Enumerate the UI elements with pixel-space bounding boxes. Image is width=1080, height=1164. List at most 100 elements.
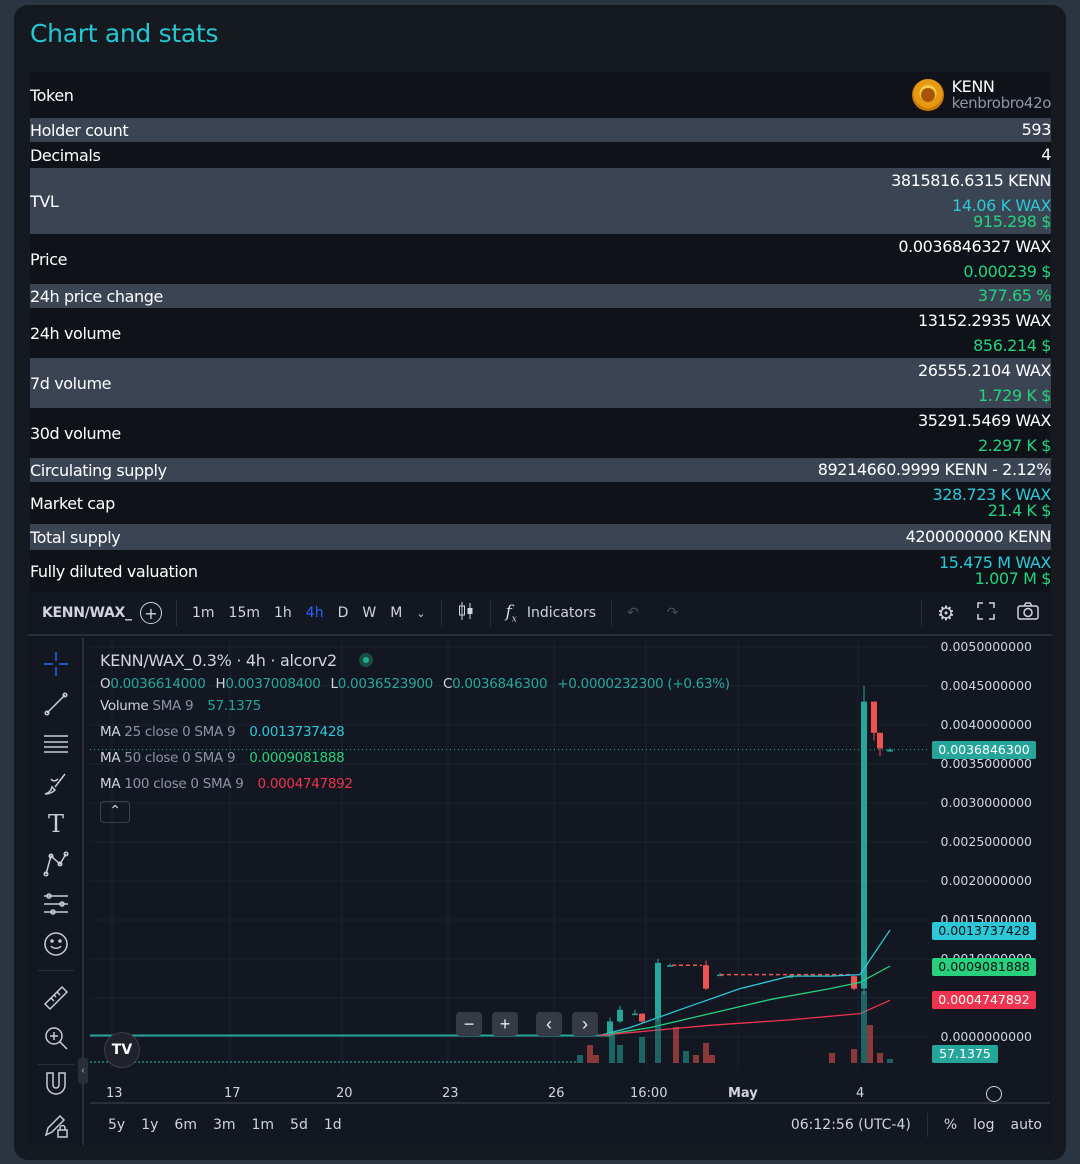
volume-bar: [458, 1061, 460, 1063]
text-tool-icon[interactable]: T: [42, 810, 70, 838]
interval-4h[interactable]: 4h: [299, 605, 331, 621]
volume-bar: [222, 1061, 224, 1063]
volume-bar: [146, 1061, 148, 1063]
volume-bar: [378, 1061, 380, 1063]
camera-icon[interactable]: [1010, 602, 1046, 624]
collapse-legend-icon[interactable]: ⌃: [100, 801, 130, 823]
volume-bar: [390, 1061, 392, 1063]
tradingview-widget: KENN/WAX_ + 1m 15m 1h 4h D W M ⌄ fx Indi…: [28, 592, 1052, 1145]
volume-bar: [887, 1059, 893, 1063]
stat-row-fdv: Fully diluted valuation 15.475 M WAX 1.0…: [30, 550, 1051, 592]
token-info[interactable]: KENN kenbrobro42o: [911, 78, 1051, 112]
interval-d[interactable]: D: [331, 605, 356, 621]
volume-bar: [522, 1061, 524, 1063]
volume-bar: [206, 1061, 208, 1063]
volume-bar: [829, 1053, 835, 1063]
range-1d[interactable]: 1d: [316, 1117, 350, 1133]
stat-label: Token: [30, 85, 74, 105]
volume-bar: [334, 1061, 336, 1063]
scroll-right-button[interactable]: ›: [572, 1012, 598, 1036]
indicators-button[interactable]: fx Indicators: [499, 602, 604, 624]
ruler-icon[interactable]: [42, 984, 70, 1012]
undo-icon[interactable]: ↶: [620, 605, 646, 621]
volume-bar: [170, 1061, 172, 1063]
range-1m[interactable]: 1m: [244, 1117, 283, 1133]
legend-ma50[interactable]: MA 50 close 0 SMA 9 0.0009081888: [100, 745, 730, 771]
volume-bar: [518, 1061, 520, 1063]
volume-bar: [162, 1061, 164, 1063]
brush-icon[interactable]: [42, 770, 70, 798]
range-1y[interactable]: 1y: [133, 1117, 166, 1133]
stat-value: 4200000000 KENN: [905, 527, 1052, 546]
volume-bar: [230, 1061, 232, 1063]
ma100-price-tag: 0.0004747892: [932, 991, 1036, 1009]
fullscreen-icon[interactable]: [970, 602, 1002, 624]
log-scale-toggle[interactable]: log: [965, 1117, 1002, 1133]
time-tick: 16:00: [630, 1086, 668, 1101]
volume-bar: [270, 1061, 272, 1063]
indicator-name: MA: [100, 724, 121, 740]
range-3m[interactable]: 3m: [205, 1117, 244, 1133]
range-5y[interactable]: 5y: [100, 1117, 133, 1133]
volume-bar: [466, 1061, 468, 1063]
interval-1m[interactable]: 1m: [185, 605, 222, 621]
timezone-clock[interactable]: 06:12:56 (UTC-4): [783, 1117, 919, 1133]
zoom-out-button[interactable]: −: [456, 1012, 482, 1036]
volume-bar: [286, 1061, 288, 1063]
tradingview-logo-icon[interactable]: TV: [104, 1032, 140, 1068]
legend-ma25[interactable]: MA 25 close 0 SMA 9 0.0013737428: [100, 719, 730, 745]
settings-gear-icon[interactable]: ⚙: [930, 601, 962, 625]
zoom-in-icon[interactable]: [42, 1024, 70, 1052]
legend-volume[interactable]: Volume SMA 9 57.1375: [100, 693, 730, 719]
pattern-icon[interactable]: [42, 850, 70, 878]
volume-bar: [366, 1061, 368, 1063]
volume-bar: [314, 1061, 316, 1063]
prediction-icon[interactable]: [42, 890, 70, 918]
interval-1h[interactable]: 1h: [267, 605, 299, 621]
volume-bar: [430, 1061, 432, 1063]
interval-w[interactable]: W: [355, 605, 383, 621]
volume-bar: [246, 1061, 248, 1063]
indicator-value: 0.0009081888: [249, 750, 345, 766]
volume-bar: [486, 1061, 488, 1063]
legend-ma100[interactable]: MA 100 close 0 SMA 9 0.0004747892: [100, 771, 730, 797]
fib-retracement-icon[interactable]: [42, 730, 70, 758]
indicator-params: 100 close 0 SMA 9: [124, 776, 244, 792]
time-tick: 13: [106, 1086, 123, 1101]
volume-bar: [506, 1061, 508, 1063]
volume-bar: [498, 1061, 500, 1063]
volume-bar: [709, 1055, 715, 1063]
candle-body: [871, 701, 877, 733]
stat-label: Circulating supply: [30, 460, 167, 480]
lock-drawings-icon[interactable]: [42, 1112, 70, 1140]
stat-value: 3815816.6315 KENN: [891, 170, 1051, 190]
interval-m[interactable]: M: [383, 605, 409, 621]
scroll-left-button[interactable]: ‹: [536, 1012, 562, 1036]
stat-value: 1.729 K $: [977, 385, 1051, 405]
chart-pane[interactable]: KENN/WAX_0.3% · 4h · alcorv2 O0.00366140…: [90, 638, 1050, 1102]
crosshair-icon[interactable]: [42, 650, 70, 678]
compare-add-icon[interactable]: +: [140, 602, 162, 624]
chevron-down-icon[interactable]: ⌄: [409, 607, 432, 620]
drawing-toolbar: T ‹: [28, 638, 88, 1145]
volume-bar: [655, 1005, 661, 1063]
emoji-icon[interactable]: [42, 930, 70, 958]
trend-line-icon[interactable]: [42, 690, 70, 718]
ma25-price-tag: 0.0013737428: [932, 922, 1036, 940]
redo-icon[interactable]: ↷: [660, 605, 686, 621]
stat-value: 593: [1021, 120, 1052, 139]
magnet-icon[interactable]: [42, 1070, 70, 1098]
range-5d[interactable]: 5d: [282, 1117, 316, 1133]
go-to-realtime-icon[interactable]: [986, 1086, 1002, 1102]
auto-scale-toggle[interactable]: auto: [1002, 1117, 1050, 1133]
stat-value: 2.297 K $: [977, 435, 1051, 455]
zoom-in-button[interactable]: +: [492, 1012, 518, 1036]
candles-icon[interactable]: [450, 601, 482, 625]
collapse-toolbar-icon[interactable]: ‹: [78, 1058, 88, 1084]
symbol-search[interactable]: KENN/WAX_: [28, 605, 140, 621]
ohlc-open-label: O: [100, 676, 111, 692]
range-6m[interactable]: 6m: [166, 1117, 205, 1133]
percent-scale-toggle[interactable]: %: [936, 1117, 965, 1133]
interval-15m[interactable]: 15m: [222, 605, 267, 621]
volume-bar: [282, 1061, 284, 1063]
